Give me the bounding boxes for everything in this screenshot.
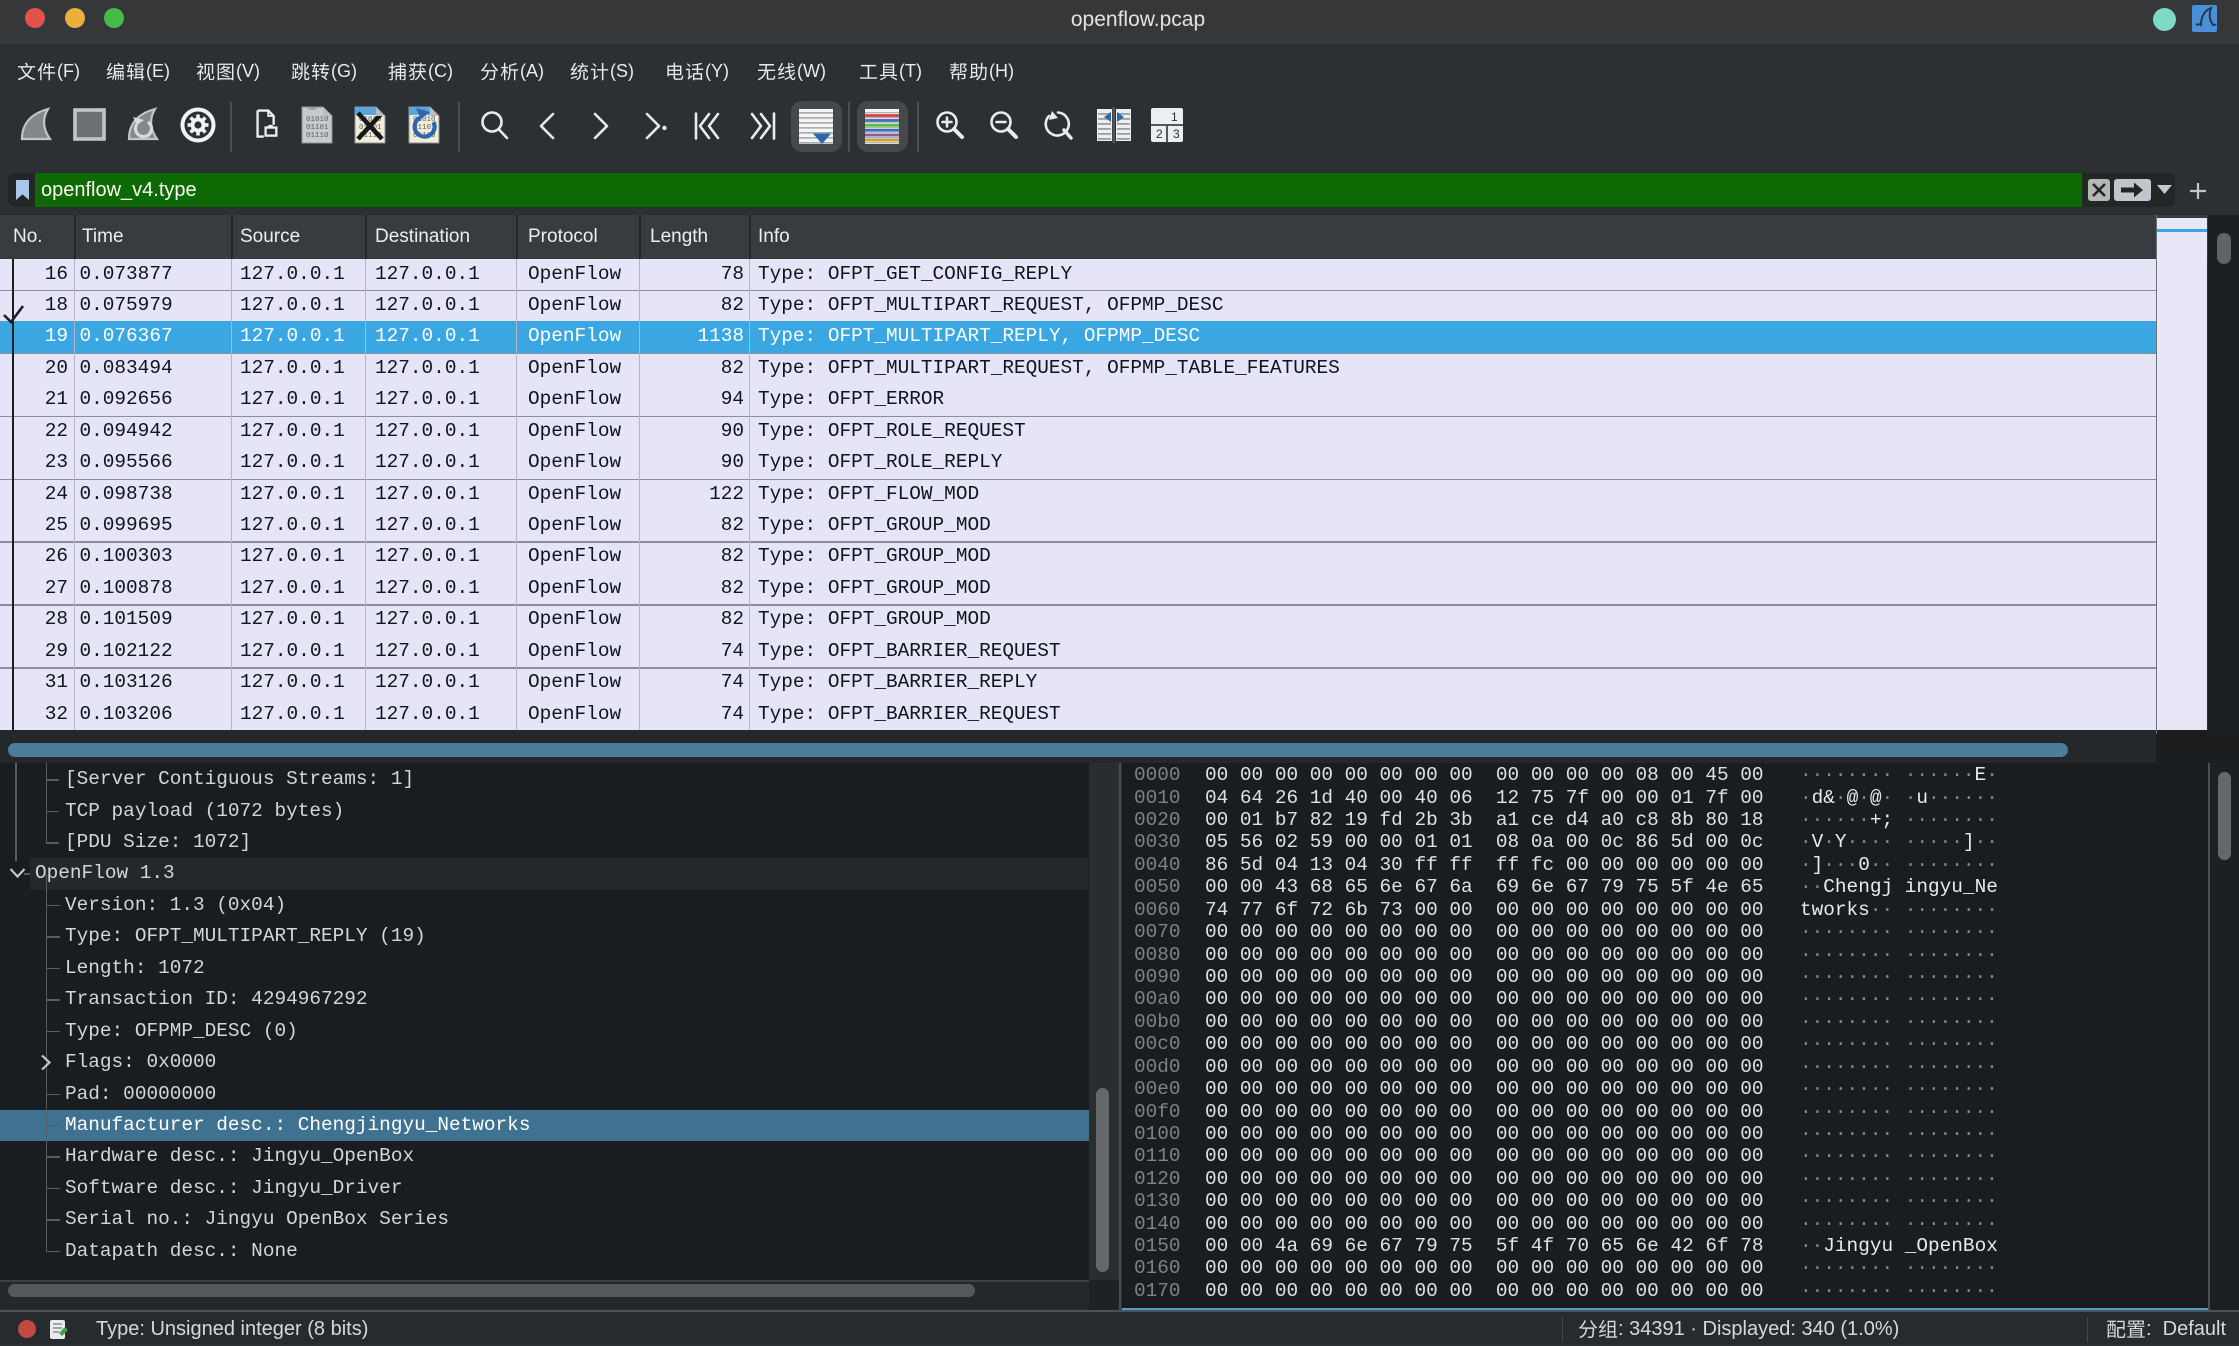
svg-text:3: 3	[1173, 127, 1180, 141]
svg-text:01101: 01101	[306, 124, 329, 132]
svg-text:01110: 01110	[306, 132, 329, 140]
svg-text:1: 1	[1171, 110, 1178, 124]
svg-text:2: 2	[1156, 127, 1163, 141]
svg-text:01010: 01010	[306, 116, 329, 124]
